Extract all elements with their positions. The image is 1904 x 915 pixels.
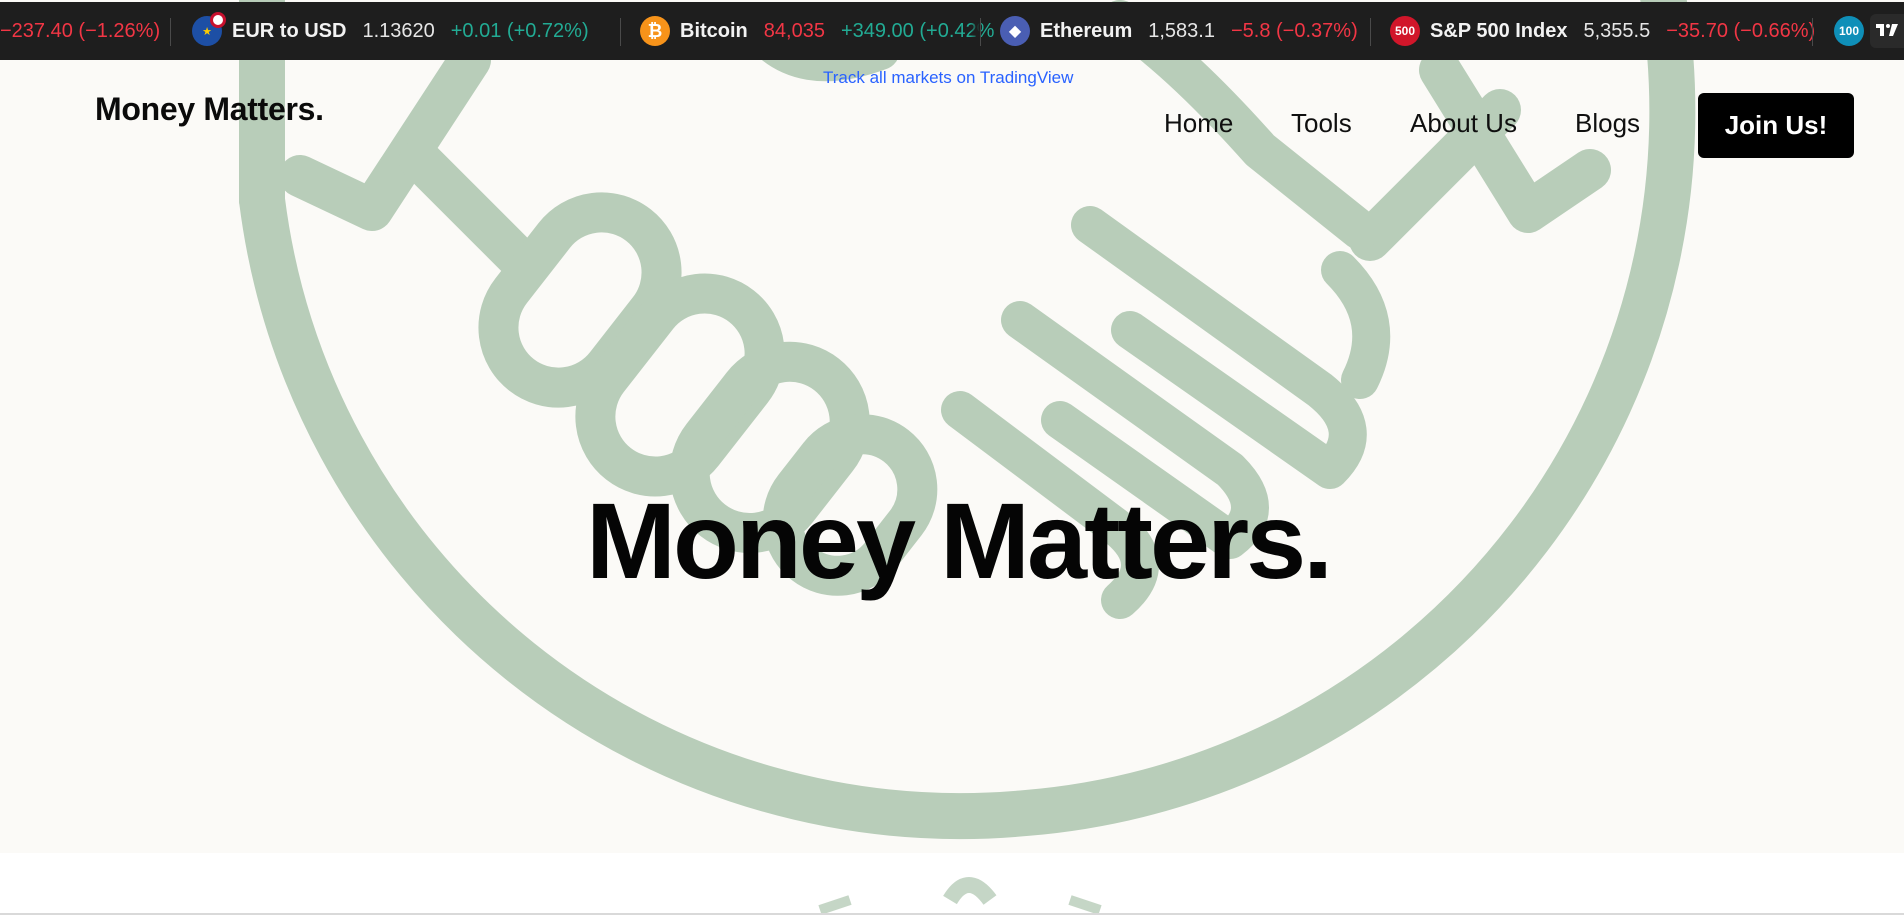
nav-tools[interactable]: Tools: [1291, 108, 1352, 139]
ticker-price: 1,583.1: [1148, 19, 1215, 42]
bitcoin-icon: ₿: [640, 16, 670, 46]
tradingview-logo-icon[interactable]: [1870, 14, 1904, 48]
nav-blogs[interactable]: Blogs: [1575, 108, 1640, 139]
page: −237.40 (−1.26%) ★ EUR to USD 1.13620 +0…: [0, 0, 1904, 915]
ticker-separator: [1812, 18, 1813, 46]
ticker-price: 5,355.5: [1583, 19, 1651, 42]
ticker-item-eurusd[interactable]: ★ EUR to USD 1.13620 +0.01 (+0.72%): [192, 2, 589, 60]
nasdaq100-icon: 100: [1834, 16, 1864, 46]
ticker-price: 1.13620: [362, 19, 435, 42]
ticker-change: +0.01 (+0.72%): [450, 19, 589, 42]
dollar-icon: [818, 877, 1102, 915]
ticker-separator: [620, 18, 621, 46]
site-brand[interactable]: Money Matters.: [95, 91, 324, 128]
ticker-item-nasdaq100[interactable]: 100: [1834, 2, 1874, 60]
tradingview-mark-icon: [1876, 24, 1898, 36]
ticker-name: EUR to USD: [232, 19, 347, 42]
ticker-item[interactable]: −237.40 (−1.26%): [0, 2, 160, 60]
ticker-separator: [170, 18, 171, 46]
ticker-name: Bitcoin: [680, 19, 748, 42]
ticker-item-bitcoin[interactable]: ₿ Bitcoin 84,035 +349.00 (+0.42%: [640, 2, 994, 60]
nav-about-us[interactable]: About Us: [1410, 108, 1517, 139]
ticker-change: −237.40 (−1.26%): [0, 19, 161, 42]
ticker-name: S&P 500 Index: [1430, 19, 1568, 42]
hero-title: Money Matters.: [586, 480, 1333, 601]
ticker-price: 84,035: [763, 19, 825, 42]
ticker-name: Ethereum: [1040, 19, 1133, 42]
ticker-item-sp500[interactable]: 500 S&P 500 Index 5,355.5 −35.70 (−0.66%…: [1390, 2, 1815, 60]
ticker-separator: [980, 18, 981, 46]
ticker-item-ethereum[interactable]: ◆ Ethereum 1,583.1 −5.8 (−0.37%): [1000, 2, 1358, 60]
ticker-change: −35.70 (−0.66%): [1666, 19, 1816, 42]
ticker-fade: [970, 2, 980, 60]
eu-us-flag-icon: ★: [192, 12, 226, 46]
ticker-separator: [1370, 18, 1371, 46]
ethereum-icon: ◆: [1000, 16, 1030, 46]
ticker-change: −5.8 (−0.37%): [1230, 19, 1358, 42]
tradingview-attribution-link[interactable]: Track all markets on TradingView: [823, 68, 1073, 88]
nav-home[interactable]: Home: [1164, 108, 1233, 139]
join-us-button[interactable]: Join Us!: [1698, 93, 1854, 158]
ticker-tape[interactable]: −237.40 (−1.26%) ★ EUR to USD 1.13620 +0…: [0, 2, 1904, 60]
sp500-icon: 500: [1390, 16, 1420, 46]
